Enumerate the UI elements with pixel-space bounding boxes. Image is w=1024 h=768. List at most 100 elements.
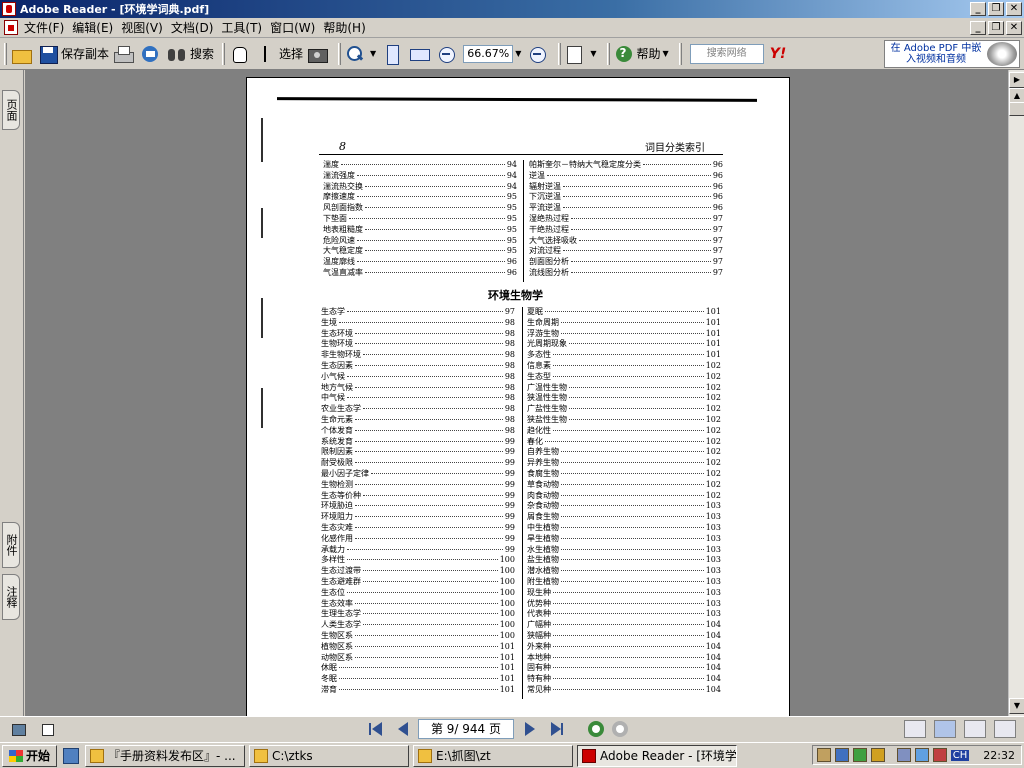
taskbar-item-adobe-reader[interactable]: Adobe Reader - [环境学... xyxy=(577,744,738,767)
search-web-input[interactable]: 搜索网络 xyxy=(689,43,764,64)
ad-banner[interactable]: 在 Adobe PDF 中嵌 入视频和音频 xyxy=(884,40,1020,68)
menu-file[interactable]: 文件(F) xyxy=(24,19,72,36)
help-button[interactable]: 帮助▼ xyxy=(614,42,671,66)
save-copy-button[interactable]: 保存副本 xyxy=(38,42,109,66)
taskbar-item-forum[interactable]: 『手册资料发布区』- ... xyxy=(85,744,246,767)
tray-ime-icon[interactable] xyxy=(932,748,947,762)
index-page-ref: 101 xyxy=(499,684,515,694)
menu-tools[interactable]: 工具(T) xyxy=(221,19,270,36)
continuous-view-button[interactable] xyxy=(934,720,956,738)
index-term: 环境胁迫 xyxy=(321,501,353,511)
search-button[interactable]: 搜索 xyxy=(167,42,214,66)
leader-dots xyxy=(561,526,704,528)
chevron-down-icon[interactable]: ▼ xyxy=(515,49,521,58)
go-forward-button[interactable] xyxy=(612,721,628,737)
doc-minimize-button[interactable]: _ xyxy=(970,21,986,35)
menu-document[interactable]: 文档(D) xyxy=(171,19,222,36)
index-entry: 承载力 99 xyxy=(321,545,515,556)
tray-update-icon[interactable] xyxy=(852,748,867,762)
zoom-out-button[interactable] xyxy=(436,42,459,66)
page-number-field[interactable]: 第 9/ 944 页 xyxy=(418,719,514,739)
toolbar-grip[interactable] xyxy=(4,42,7,65)
tab-attachments[interactable]: 附件 xyxy=(2,522,20,568)
rotate-button[interactable]: ▼ xyxy=(565,42,598,66)
index-entry: 狭幅种 104 xyxy=(527,631,721,642)
index-term: 剖面图分析 xyxy=(529,257,569,267)
scroll-right-icon[interactable]: ▶ xyxy=(1009,72,1024,88)
index-page-ref: 100 xyxy=(499,609,515,619)
index-entry: 生态因素 98 xyxy=(321,361,515,372)
taskbar-item-ztks-folder[interactable]: C:\ztks xyxy=(249,744,410,767)
index-page-ref: 102 xyxy=(705,490,721,500)
leader-dots xyxy=(339,667,498,669)
first-page-button[interactable] xyxy=(366,720,384,738)
next-page-button[interactable] xyxy=(522,720,540,738)
single-page-view-button[interactable] xyxy=(904,720,926,738)
zoom-input[interactable] xyxy=(463,44,514,63)
leader-dots xyxy=(569,397,704,399)
document-area[interactable]: 8 词目分类索引 湍度 94 湍流强度 94 湍流热交换 94 摩擦速度 95 风剖面指数 95 下… xyxy=(25,70,1008,716)
leader-dots xyxy=(347,311,503,312)
tray-security-icon[interactable] xyxy=(870,748,885,762)
document-icon[interactable] xyxy=(4,20,18,35)
index-term: 生物检测 xyxy=(321,479,353,489)
task-label: E:\抓图\zt xyxy=(436,749,491,763)
page-layout-icon[interactable] xyxy=(42,723,54,736)
previous-page-button[interactable] xyxy=(392,720,410,738)
index-entry: 帕斯奎尔－特纳大气稳定度分类 96 xyxy=(529,160,723,171)
taskbar-item-zt-folder[interactable]: E:\抓图\zt xyxy=(413,744,574,767)
yahoo-icon[interactable]: Y! xyxy=(770,46,787,62)
index-page-ref: 102 xyxy=(705,479,721,489)
go-back-button[interactable] xyxy=(588,721,604,737)
tray-input-icon[interactable] xyxy=(896,748,911,762)
open-button[interactable] xyxy=(11,42,34,66)
email-button[interactable] xyxy=(140,42,163,66)
close-button[interactable]: ✕ xyxy=(1006,2,1022,16)
print-button[interactable] xyxy=(113,42,136,66)
vertical-scrollbar[interactable]: ▶ ▲ ▼ xyxy=(1008,70,1024,716)
language-indicator[interactable]: CH xyxy=(950,749,970,761)
snapshot-button[interactable] xyxy=(307,42,330,66)
zoom-in-button[interactable] xyxy=(527,42,550,66)
select-tool-button[interactable]: 选择 xyxy=(256,42,303,66)
save-icon xyxy=(38,44,58,64)
scroll-thumb[interactable] xyxy=(1009,102,1024,116)
menu-help[interactable]: 帮助(H) xyxy=(323,19,373,36)
start-button[interactable]: 开始 xyxy=(2,744,58,767)
index-entry: 潜水植物 103 xyxy=(527,566,721,577)
hand-tool-button[interactable] xyxy=(229,42,252,66)
continuous-facing-view-button[interactable] xyxy=(994,720,1016,738)
index-entry: 流线图分析 97 xyxy=(529,268,723,279)
tray-network-icon[interactable] xyxy=(914,748,929,762)
menu-edit[interactable]: 编辑(E) xyxy=(72,19,121,36)
monitor-icon[interactable] xyxy=(12,723,26,736)
index-entry: 生态型 102 xyxy=(527,372,721,383)
doc-restore-button[interactable]: ❐ xyxy=(988,21,1004,35)
menu-view[interactable]: 视图(V) xyxy=(121,19,171,36)
minimize-button[interactable]: _ xyxy=(970,2,986,16)
restore-button[interactable]: ❐ xyxy=(988,2,1004,16)
tray-app-icon[interactable] xyxy=(816,748,831,762)
doc-close-button[interactable]: ✕ xyxy=(1006,21,1022,35)
show-desktop-icon[interactable] xyxy=(63,747,80,764)
index-page-ref: 96 xyxy=(712,203,723,213)
tray-shield-icon[interactable] xyxy=(834,748,849,762)
chevron-down-icon[interactable]: ▼ xyxy=(590,49,596,58)
index-page-ref: 98 xyxy=(504,339,515,349)
save-copy-label: 保存副本 xyxy=(61,47,110,61)
tab-comments[interactable]: 注释 xyxy=(2,574,20,620)
index-page-ref: 97 xyxy=(504,307,515,316)
menu-window[interactable]: 窗口(W) xyxy=(270,19,323,36)
facing-view-button[interactable] xyxy=(964,720,986,738)
scroll-down-icon[interactable]: ▼ xyxy=(1009,698,1024,714)
index-page-ref: 96 xyxy=(712,160,723,169)
fit-page-button[interactable] xyxy=(382,42,405,66)
last-page-button[interactable] xyxy=(548,720,566,738)
zoom-tool-button[interactable]: ▼ xyxy=(345,42,378,66)
leader-dots xyxy=(561,472,704,474)
index-term: 下垫面 xyxy=(323,213,347,223)
tab-pages[interactable]: 页面 xyxy=(2,90,20,130)
fit-width-button[interactable] xyxy=(409,42,432,66)
index-page-ref: 98 xyxy=(504,371,515,381)
chevron-down-icon[interactable]: ▼ xyxy=(370,49,376,58)
